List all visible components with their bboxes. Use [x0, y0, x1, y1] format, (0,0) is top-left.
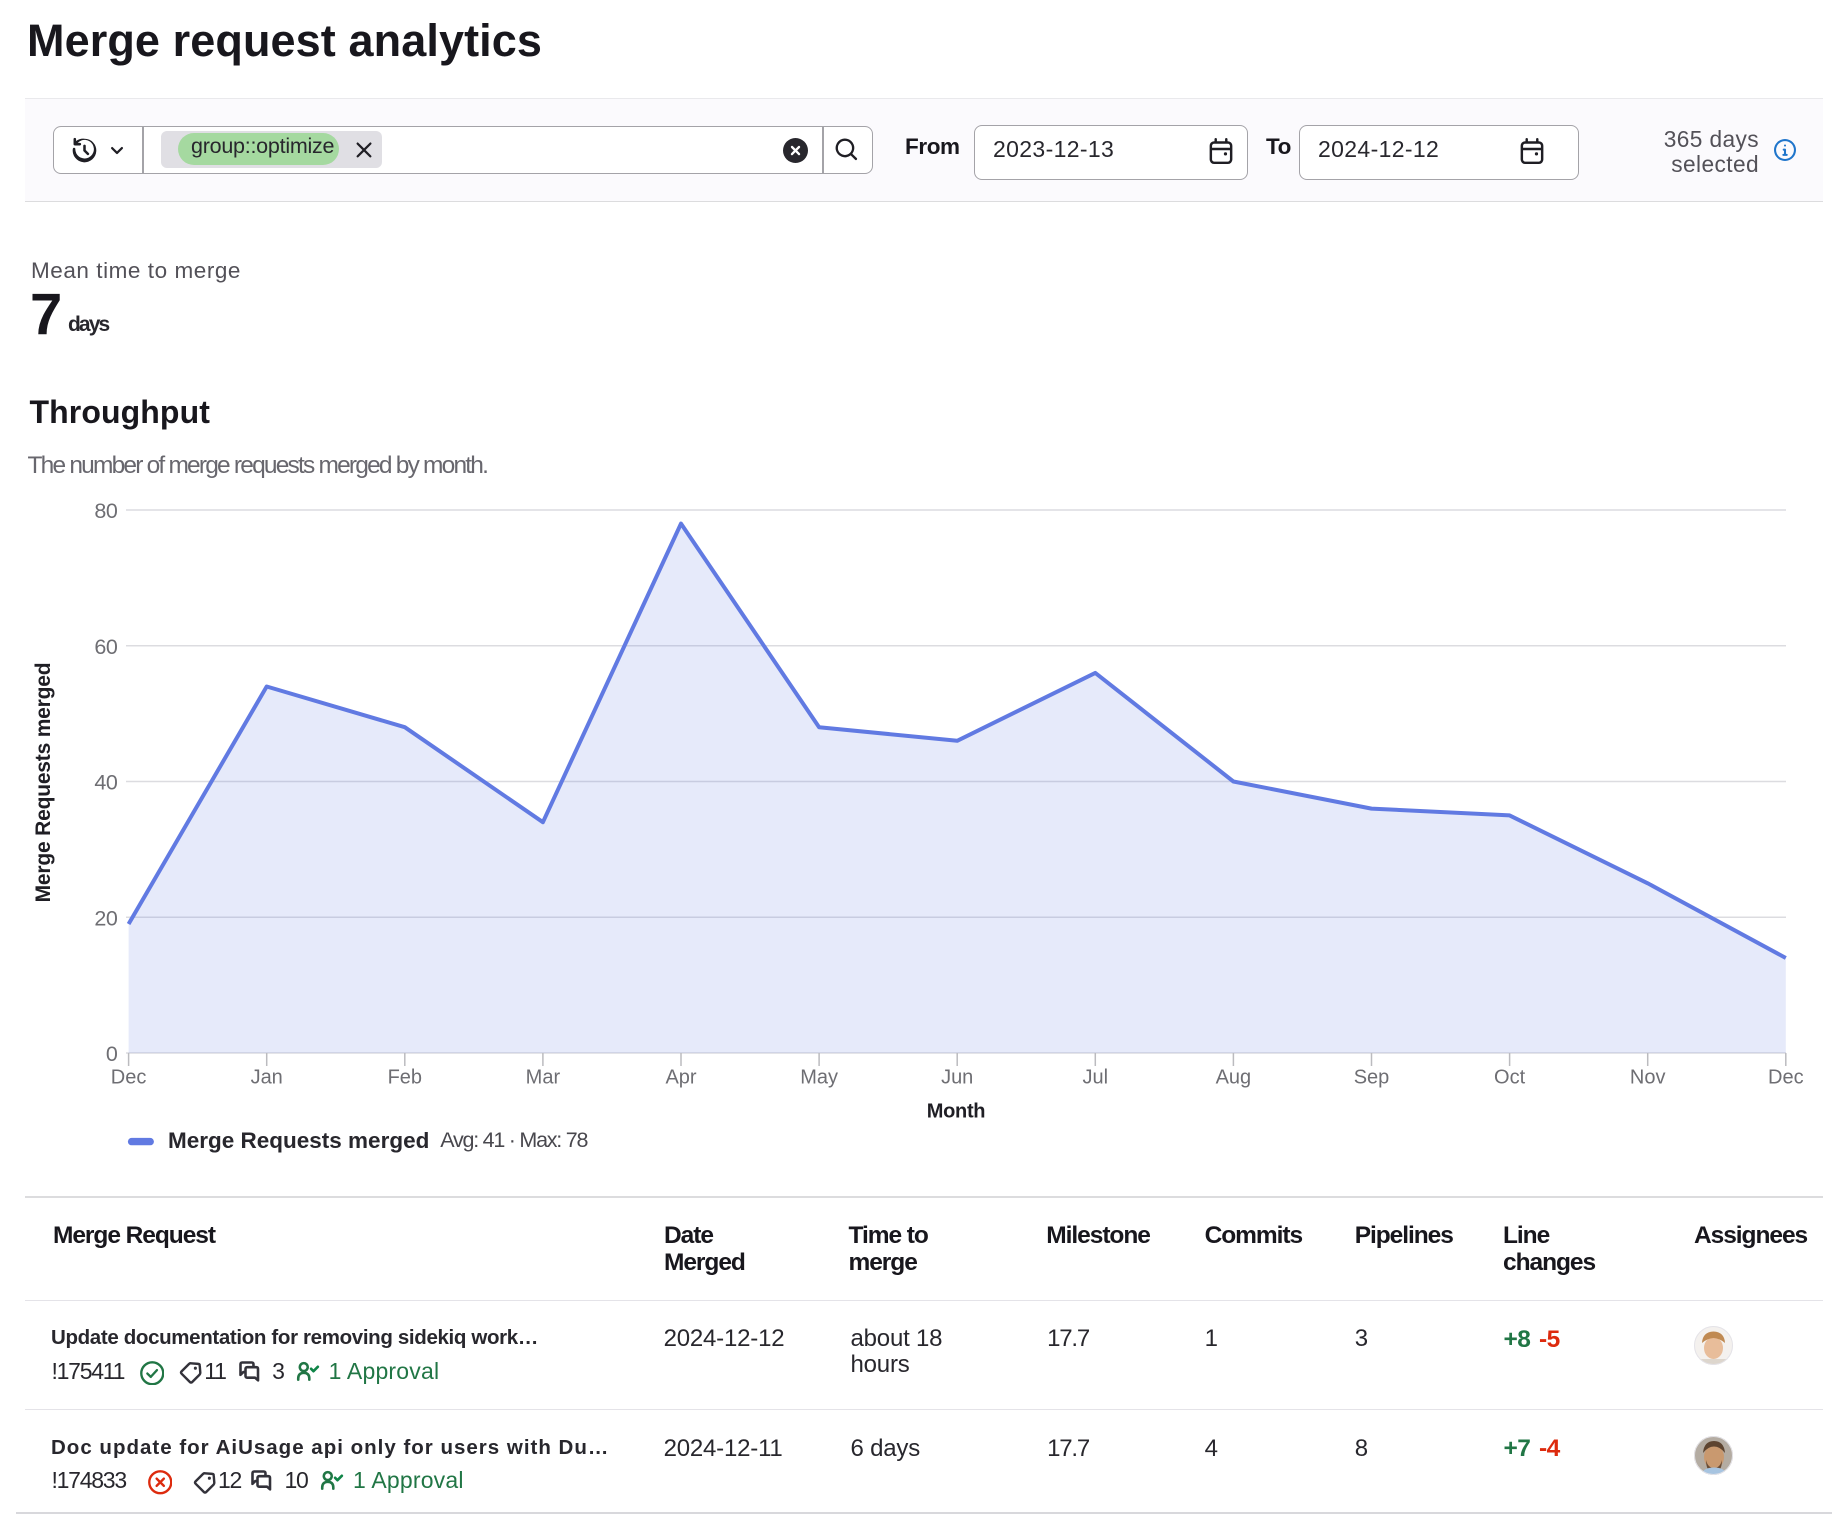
svg-text:80: 80 [94, 499, 117, 523]
svg-text:Jun: Jun [941, 1066, 973, 1088]
svg-text:Nov: Nov [1630, 1066, 1666, 1088]
svg-text:0: 0 [106, 1042, 118, 1066]
svg-text:Dec: Dec [1768, 1066, 1804, 1088]
svg-text:40: 40 [94, 771, 117, 795]
svg-text:May: May [800, 1066, 838, 1088]
svg-text:Month: Month [927, 1101, 985, 1123]
svg-text:Dec: Dec [111, 1066, 147, 1088]
svg-text:Jan: Jan [251, 1066, 283, 1088]
svg-text:Jul: Jul [1083, 1066, 1109, 1088]
svg-text:Sep: Sep [1354, 1066, 1390, 1088]
svg-text:20: 20 [94, 906, 117, 930]
svg-text:Mar: Mar [526, 1066, 561, 1088]
svg-text:Merge Requests merged: Merge Requests merged [32, 663, 55, 903]
svg-text:60: 60 [94, 635, 117, 659]
svg-text:Aug: Aug [1216, 1066, 1252, 1088]
svg-text:Feb: Feb [388, 1066, 422, 1088]
svg-text:Apr: Apr [665, 1066, 696, 1088]
svg-text:Oct: Oct [1494, 1066, 1526, 1088]
